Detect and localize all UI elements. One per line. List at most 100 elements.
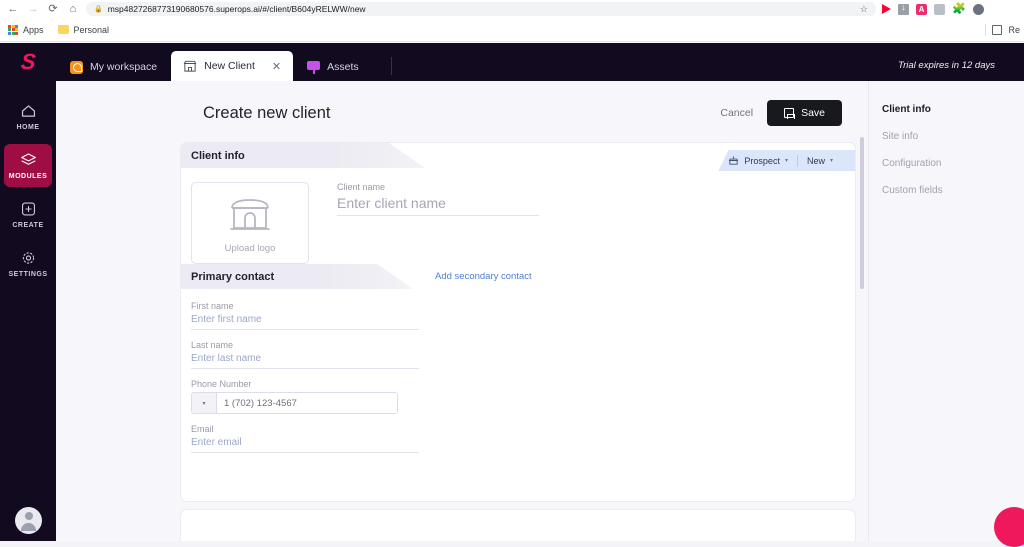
save-button-label: Save — [801, 107, 825, 119]
cancel-button[interactable]: Cancel — [720, 107, 753, 119]
video-extension-icon[interactable] — [882, 4, 891, 14]
reload-button[interactable]: ⟳ — [44, 1, 62, 17]
sidebar-item-modules[interactable]: MODULES — [4, 144, 52, 187]
first-name-input[interactable] — [191, 314, 419, 330]
bookmark-personal[interactable]: Personal — [57, 24, 110, 35]
app-tab-assets[interactable]: Assets — [293, 53, 373, 81]
sidebar-item-create[interactable]: CREATE — [4, 193, 52, 236]
divider — [796, 154, 798, 167]
client-info-section-header: Client info — [181, 143, 425, 168]
puzzle-extensions-icon[interactable]: 🧩 — [952, 3, 966, 15]
home-icon — [20, 103, 37, 119]
address-bar[interactable]: 🔒 msp4827268773190680576.superops.ai/#/c… — [86, 2, 876, 16]
app-header: S My workspace New Client ✕ Assets Trial… — [0, 43, 1024, 81]
client-name-label: Client name — [337, 182, 386, 192]
browser-nav-buttons: ← → ⟳ ⌂ — [0, 1, 82, 17]
client-info-row: Upload logo Client name — [181, 168, 855, 264]
section-title: Primary contact — [191, 270, 275, 283]
screenshot-extension-icon[interactable] — [934, 3, 945, 15]
scrollbar-thumb[interactable] — [860, 137, 864, 289]
divider — [390, 57, 392, 75]
last-name-input[interactable] — [191, 353, 419, 369]
browser-toolbar: ← → ⟳ ⌂ 🔒 msp4827268773190680576.superop… — [0, 0, 1024, 18]
save-disk-icon — [784, 108, 795, 119]
shop-icon — [183, 60, 197, 72]
bookmarks-bar-right: Re — [985, 23, 1024, 36]
extension-icons: A 🧩 — [882, 2, 989, 15]
chevron-down-icon: ▾ — [784, 158, 788, 164]
sidebar-item-settings[interactable]: SETTINGS — [4, 242, 52, 285]
prospect-dropdown[interactable]: Prospect ▾ — [728, 155, 788, 166]
app-tab-my-workspace[interactable]: My workspace — [56, 53, 171, 81]
main-content: Create new client Cancel Save Client inf… — [56, 81, 868, 541]
lock-icon: 🔒 — [94, 6, 103, 13]
bookmark-label: Personal — [73, 24, 110, 35]
primary-contact-section-header: Primary contact — [181, 264, 413, 289]
trial-notice: Trial expires in 12 days — [898, 60, 995, 71]
bookmarks-bar: Apps Personal Re — [0, 18, 1024, 42]
first-name-label: First name — [191, 301, 234, 311]
email-label: Email — [191, 424, 214, 434]
section-title: Client info — [191, 149, 245, 162]
settings-gear-icon — [20, 250, 37, 266]
page-title: Create new client — [203, 103, 331, 122]
reading-list-icon[interactable] — [992, 24, 1003, 35]
adblock-extension-icon[interactable]: A — [916, 3, 927, 15]
sidebar-item-label: HOME — [16, 124, 40, 131]
next-section-card — [180, 509, 856, 541]
stage-dropdown[interactable]: New ▾ — [807, 156, 833, 166]
app-tab-label: Assets — [327, 61, 359, 73]
avatar-head — [24, 512, 33, 520]
phone-number-label: Phone Number — [191, 379, 252, 389]
bookmark-star-icon[interactable]: ☆ — [860, 4, 868, 15]
bookmark-label: Apps — [23, 24, 44, 35]
add-secondary-contact-link[interactable]: Add secondary contact — [435, 271, 532, 282]
first-name-field: First name — [191, 301, 855, 330]
help-chat-button[interactable] — [994, 507, 1024, 547]
save-button[interactable]: Save — [767, 100, 842, 126]
section-nav-site-info[interactable]: Site info — [882, 131, 1024, 142]
divider — [985, 23, 987, 36]
chevron-down-icon: ▾ — [202, 400, 206, 407]
phone-input-group: ▾ — [191, 392, 398, 414]
sidebar-item-label: MODULES — [8, 173, 48, 180]
section-nav-client-info[interactable]: Client info — [882, 104, 1024, 115]
client-name-input[interactable] — [337, 195, 539, 216]
download-extension-icon[interactable] — [898, 2, 909, 15]
section-nav-custom-fields[interactable]: Custom fields — [882, 185, 1024, 196]
country-code-dropdown[interactable]: ▾ — [192, 393, 217, 413]
email-input[interactable] — [191, 437, 419, 453]
shop-storefront-icon — [228, 192, 272, 237]
content-scrollbar[interactable] — [860, 137, 864, 527]
phone-number-field: Phone Number ▾ — [191, 379, 855, 414]
app-tab-bar: My workspace New Client ✕ Assets — [56, 43, 392, 81]
apps-grid-icon — [8, 24, 18, 35]
section-nav-configuration[interactable]: Configuration — [882, 158, 1024, 169]
address-bar-url: msp4827268773190680576.superops.ai/#/cli… — [107, 4, 366, 14]
sidebar-item-home[interactable]: HOME — [4, 95, 52, 138]
phone-number-input[interactable] — [217, 393, 397, 413]
avatar-body — [21, 523, 36, 531]
back-button[interactable]: ← — [4, 1, 22, 17]
bookmark-apps[interactable]: Apps — [8, 24, 44, 35]
app-tab-new-client[interactable]: New Client ✕ — [171, 51, 294, 81]
last-name-label: Last name — [191, 340, 234, 350]
assets-monitor-icon — [307, 60, 321, 74]
app-tab-label: My workspace — [90, 61, 158, 73]
left-nav-rail: HOME MODULES CREATE SETTINGS — [0, 81, 56, 541]
create-plus-icon — [20, 201, 37, 217]
avatar[interactable] — [15, 507, 42, 534]
last-name-field: Last name — [191, 340, 855, 369]
home-button[interactable]: ⌂ — [64, 1, 82, 17]
primary-contact-fields: First name Last name Phone Number ▾ Emai… — [181, 289, 855, 453]
sidebar-item-label: SETTINGS — [8, 271, 48, 278]
upload-logo-button[interactable]: Upload logo — [191, 182, 309, 264]
superops-logo[interactable]: S — [0, 43, 56, 81]
upload-logo-label: Upload logo — [224, 243, 276, 254]
primary-contact-header-row: Primary contact Add secondary contact — [181, 264, 855, 289]
profile-icon[interactable] — [972, 3, 984, 15]
close-icon[interactable]: ✕ — [272, 60, 281, 73]
modules-layers-icon — [20, 152, 37, 168]
app-tab-label: New Client — [204, 60, 255, 72]
forward-button[interactable]: → — [24, 1, 42, 17]
